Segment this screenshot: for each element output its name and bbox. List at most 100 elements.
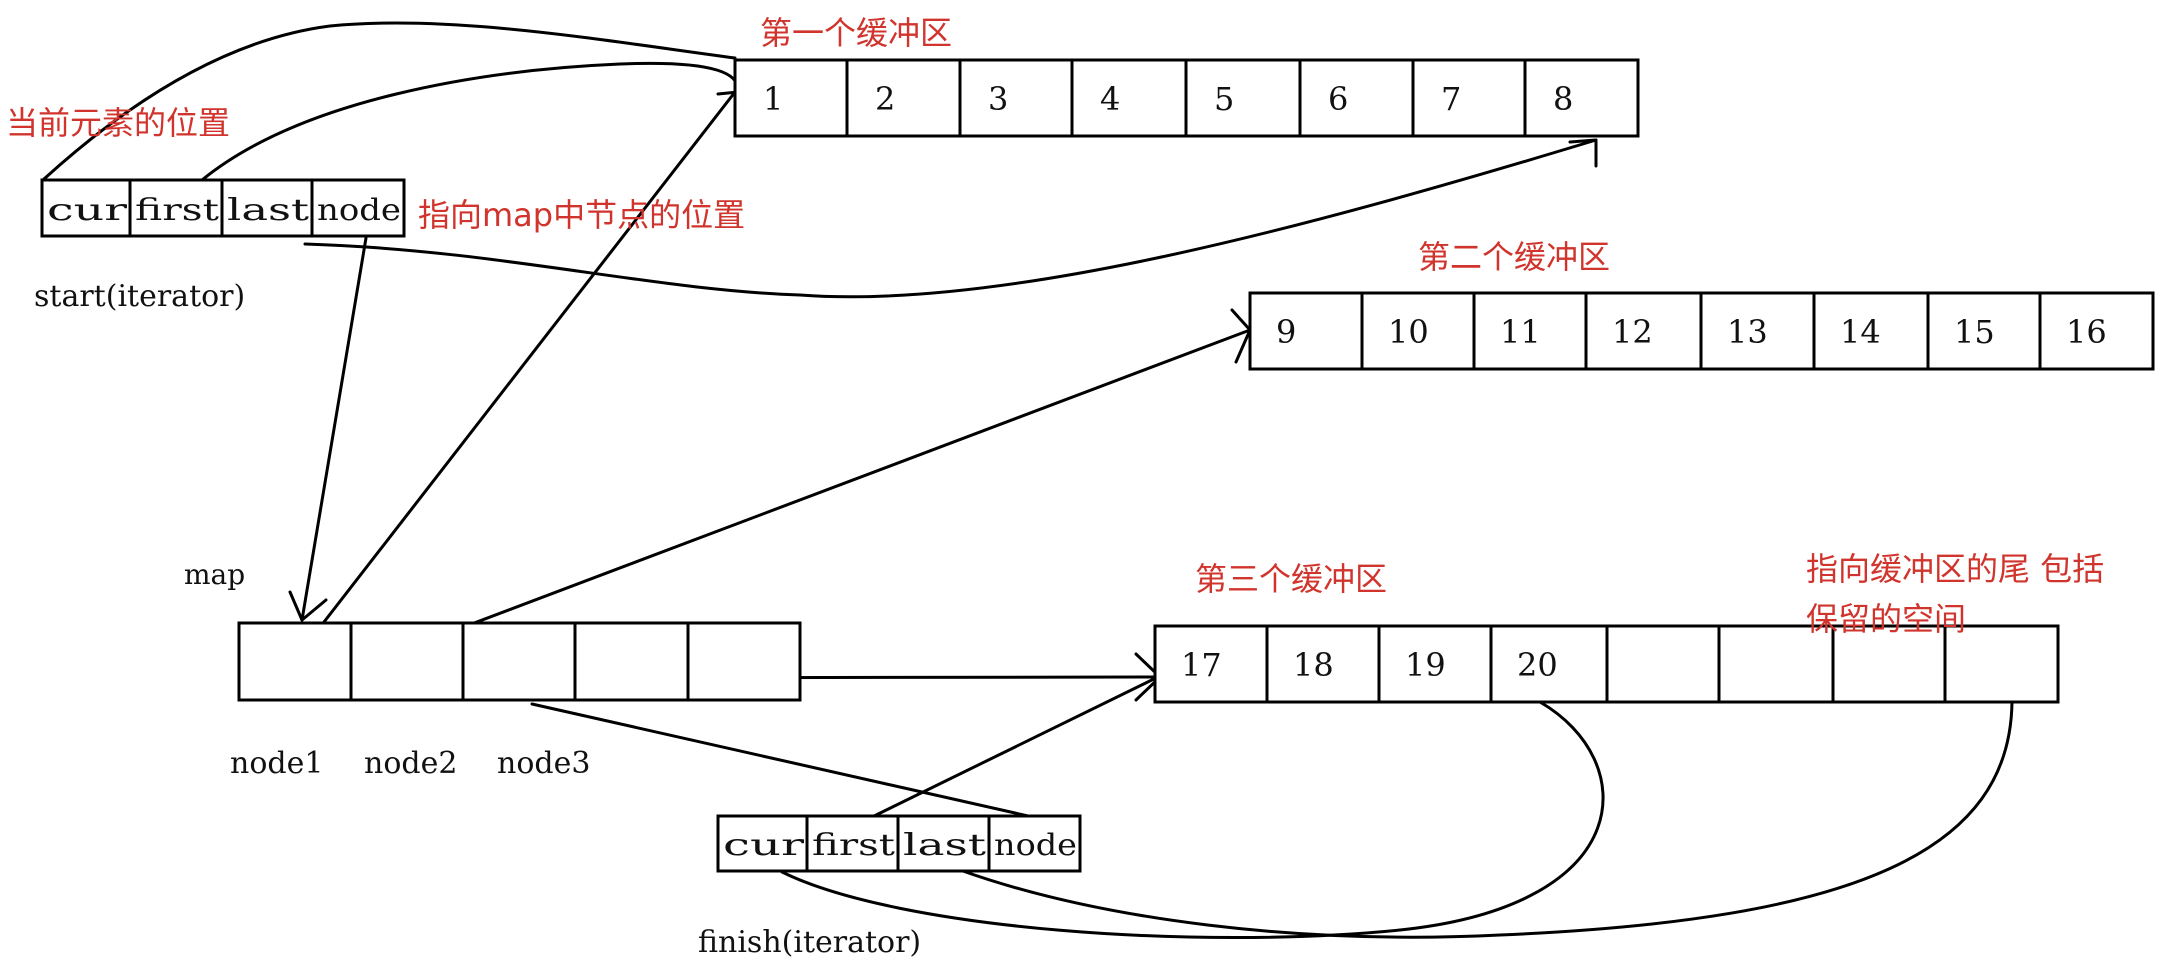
buffer-cell: 11 — [1472, 291, 1588, 371]
buffer-cell: 2 — [845, 58, 962, 138]
buffer-cell-value: 3 — [988, 80, 1008, 118]
buffer-cell: 15 — [1926, 291, 2042, 371]
iterator-field-label: last — [903, 828, 986, 863]
buffer-cell: 6 — [1298, 58, 1415, 138]
iterator-field-node: node — [310, 178, 406, 238]
start-cur-arrow — [42, 21, 737, 181]
buffer-cell-value: 15 — [1954, 313, 1995, 351]
start-first-arrow — [200, 61, 740, 182]
iterator-field-node: node — [987, 814, 1082, 873]
buffer-cell-box — [1298, 58, 1415, 138]
start-node-arrow — [300, 236, 368, 622]
buffer-cell-value: 4 — [1100, 80, 1120, 118]
buffer-cell: 10 — [1360, 291, 1476, 371]
map-node-label: node1 — [230, 746, 323, 781]
buffer-cell — [1605, 624, 1721, 704]
buffer-cell: 14 — [1812, 291, 1930, 371]
buffer-cell-value: 13 — [1727, 313, 1768, 351]
cur-annotation: 当前元素的位置 — [6, 104, 230, 142]
buffer-cell-value: 17 — [1181, 646, 1222, 684]
buffer-cell-value: 11 — [1500, 313, 1541, 351]
buffer-cell-value: 19 — [1405, 646, 1446, 684]
buffer-cell-box — [1605, 624, 1721, 704]
iterator-field-first: first — [128, 178, 224, 238]
buffer-cell-box — [1523, 58, 1640, 138]
buffer-cell-box — [1184, 58, 1302, 138]
buffer-cell-value: 9 — [1276, 313, 1296, 351]
map-node2-to-buffer2 — [406, 328, 1252, 650]
buffer-cell-value: 6 — [1328, 80, 1348, 118]
node-annotation: 指向map中节点的位置 — [418, 196, 745, 234]
map-slot — [349, 621, 465, 702]
buffer-cell-value: 18 — [1293, 646, 1334, 684]
buffer-cell: 13 — [1699, 291, 1816, 371]
buffer-cell: 12 — [1584, 291, 1703, 371]
buffer-cell-value: 20 — [1517, 646, 1558, 684]
connector-lines — [42, 21, 2014, 939]
map-slot — [573, 621, 690, 702]
buffer-cell-value: 2 — [875, 80, 895, 118]
start-node-arrowhead — [288, 590, 328, 622]
buffer-cell: 7 — [1411, 58, 1527, 138]
deque-diagram: 12345678 9 10 11 12 13 14 15 16 17 18 19 20 第一个缓冲区… — [6, 14, 2155, 960]
buffer-cell-value: 12 — [1612, 313, 1653, 351]
iterator-field-last: last — [896, 814, 991, 873]
buffer-cell: 18 — [1265, 624, 1381, 704]
buffer-first: 1 2 3 4 5 6 7 8 — [733, 58, 1640, 138]
buffer-cell: 19 — [1377, 624, 1493, 704]
buffer-cell-value: 10 — [1388, 313, 1429, 351]
buffer-cell-value: 1 — [763, 80, 783, 118]
finish-node-to-map-node3 — [530, 702, 1048, 822]
map-array — [237, 621, 802, 702]
buffer-cell-box — [1411, 58, 1527, 138]
start-iterator: cur first last node — [40, 178, 406, 238]
finish-first-arrow — [868, 674, 1162, 820]
iterator-field-cur: cur — [40, 178, 132, 238]
buffer-cell-box — [1248, 291, 1364, 371]
buffer-second-label: 第二个缓冲区 — [1418, 238, 1610, 276]
buffer-cell: 20 — [1489, 624, 1609, 704]
map-slot — [686, 621, 802, 702]
iterator-field-label: cur — [723, 828, 805, 863]
buffer-second: 9 10 11 12 13 14 15 16 — [1248, 291, 2155, 371]
iterator-field-label: first — [812, 828, 895, 863]
buffer-cell: 5 — [1184, 58, 1302, 138]
last-annotation-line2: 保留的空间 — [1806, 600, 1966, 638]
buffer-cell: 16 — [2038, 291, 2155, 371]
buffer-cell-box — [845, 58, 962, 138]
map-slot — [237, 621, 353, 702]
buffer-cell: 8 — [1523, 58, 1640, 138]
buffer-cell: 9 — [1248, 291, 1364, 371]
start-iterator-label: start(iterator) — [34, 279, 245, 314]
buffer-cell-value: 16 — [2066, 313, 2107, 351]
buffer-cell-box — [958, 58, 1074, 138]
buffer-cell-value: 8 — [1553, 80, 1573, 118]
iterator-field-first: first — [805, 814, 900, 873]
iterator-field-label: node — [317, 193, 401, 228]
buffer-third-label: 第三个缓冲区 — [1195, 560, 1387, 598]
buffer-cell: 1 — [733, 58, 849, 138]
iterator-field-label: first — [135, 193, 219, 228]
iterator-field-label: last — [227, 193, 309, 228]
buffer-cell-value: 7 — [1441, 80, 1461, 118]
iterator-field-label: node — [994, 828, 1077, 863]
map-slot — [461, 621, 577, 702]
buffer-first-label: 第一个缓冲区 — [760, 14, 952, 52]
finish-last-arrow — [958, 700, 2014, 939]
buffer-cell: 17 — [1153, 624, 1269, 704]
buffer-cell-value: 14 — [1840, 313, 1881, 351]
map-node1-to-buffer1 — [291, 90, 737, 664]
finish-iterator-label: finish(iterator) — [698, 925, 921, 960]
map-node-label: node2 — [364, 746, 457, 781]
buffer-cell-box — [733, 58, 849, 138]
iterator-field-label: cur — [47, 193, 128, 228]
buffer-cell: 3 — [958, 58, 1074, 138]
map-node-label: node3 — [497, 746, 590, 781]
buffer-cell-box — [1070, 58, 1188, 138]
buffer-cell: 4 — [1070, 58, 1188, 138]
last-annotation-line1: 指向缓冲区的尾 包括 — [1806, 550, 2104, 588]
buffer-cell-value: 5 — [1214, 80, 1234, 118]
iterator-field-cur: cur — [716, 814, 809, 873]
map-label: map — [184, 558, 245, 591]
finish-iterator: cur first last node — [716, 814, 1082, 873]
